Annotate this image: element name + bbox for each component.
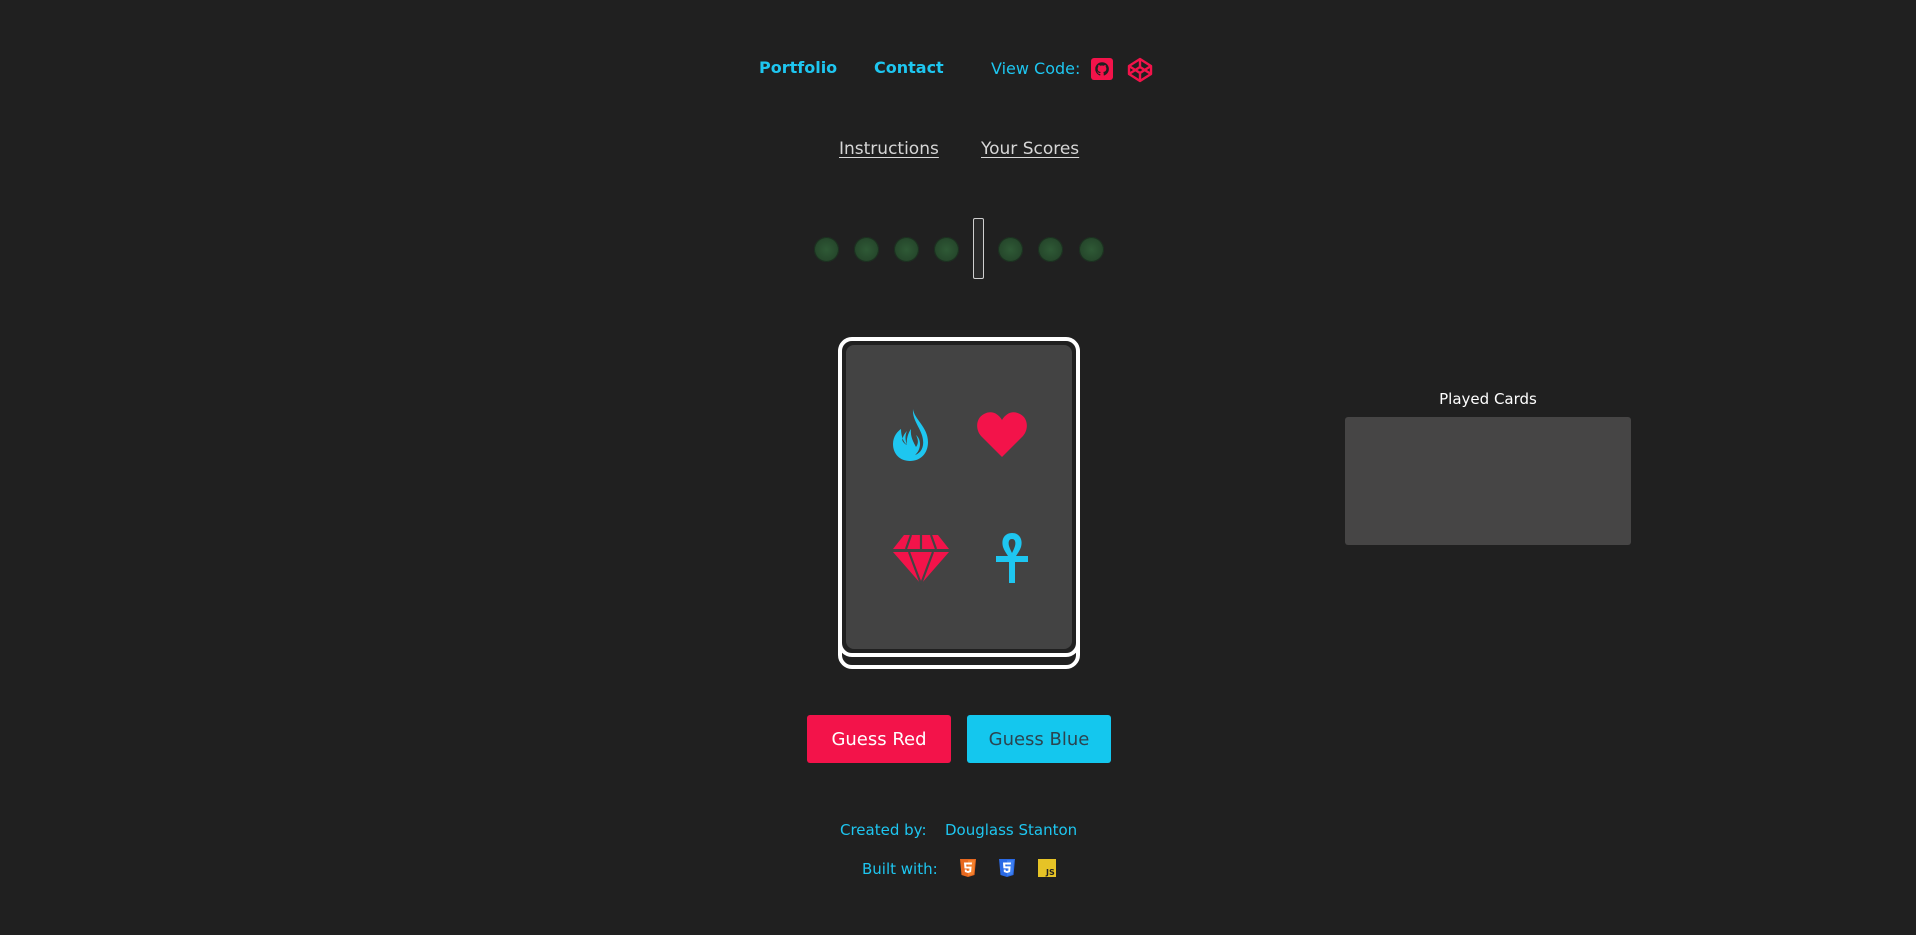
codepen-icon[interactable] (1127, 57, 1153, 83)
played-cards-area (1345, 417, 1631, 545)
guess-blue-button[interactable]: Guess Blue (967, 715, 1111, 763)
created-by-label: Created by: (840, 821, 927, 839)
progress-dot (1038, 237, 1063, 262)
progress-dot (814, 237, 839, 262)
contact-link[interactable]: Contact (874, 58, 944, 77)
author-link[interactable]: Douglass Stanton (945, 821, 1077, 839)
svg-text:JS: JS (1045, 868, 1055, 877)
javascript-icon: JS (1037, 858, 1057, 878)
ankh-icon (996, 533, 1028, 583)
played-cards-title: Played Cards (1439, 390, 1537, 408)
html5-icon (958, 858, 978, 878)
view-code-label: View Code: (991, 59, 1081, 78)
current-card (838, 337, 1080, 657)
progress-dot (894, 237, 919, 262)
instructions-link[interactable]: Instructions (839, 139, 939, 159)
portfolio-link[interactable]: Portfolio (759, 58, 837, 77)
progress-dot (1079, 237, 1104, 262)
progress-dot (854, 237, 879, 262)
github-icon[interactable] (1090, 57, 1114, 81)
heart-icon (977, 412, 1027, 457)
flame-icon (893, 409, 928, 461)
guess-red-button[interactable]: Guess Red (807, 715, 951, 763)
gem-icon (893, 534, 949, 585)
progress-dot (934, 237, 959, 262)
css3-icon (997, 858, 1017, 878)
built-with-label: Built with: (862, 860, 938, 878)
progress-marker (973, 218, 984, 279)
card-face (846, 345, 1072, 649)
progress-dot (998, 237, 1023, 262)
your-scores-link[interactable]: Your Scores (981, 139, 1079, 159)
